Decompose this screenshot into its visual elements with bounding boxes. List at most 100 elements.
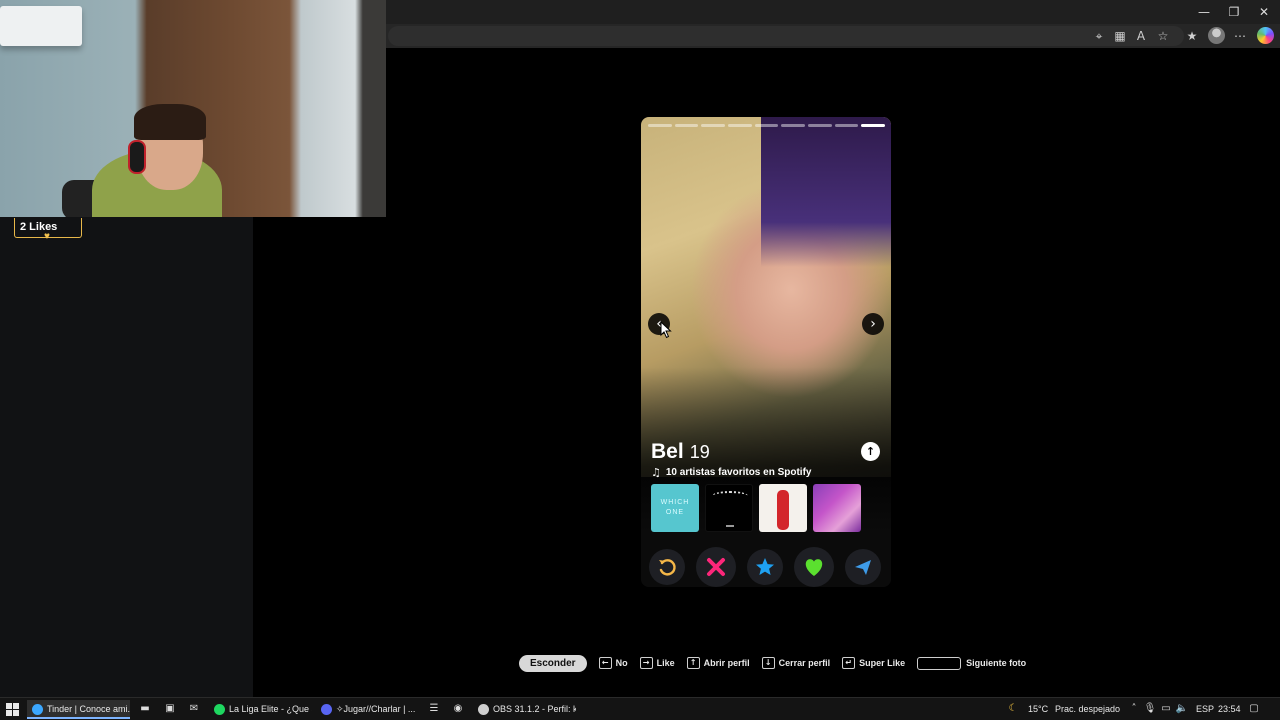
screen: — ❐ ✕ ⌖ ▦ A ☆ ★ ⋯ 2 Likes ♥ ‹ › Bel 19 ↑: [0, 0, 1280, 720]
read-aloud-icon[interactable]: A: [1132, 27, 1150, 45]
send-icon: [855, 560, 871, 575]
shortcut-label: Like: [656, 658, 675, 668]
album-cover[interactable]: [705, 484, 753, 532]
enter-key-icon: ↵: [842, 657, 856, 669]
weather-temp[interactable]: 15°C: [1028, 700, 1048, 719]
hide-shortcuts-button[interactable]: Esconder: [519, 654, 587, 672]
mouse-cursor-icon: [660, 321, 672, 339]
notifications-icon[interactable]: ▢: [1247, 702, 1261, 716]
album-cover[interactable]: [813, 484, 861, 532]
shortcut-next-photo: Siguiente foto: [917, 656, 1027, 670]
profile-card[interactable]: ‹ › Bel 19 ↑ ♫ 10 artistas favoritos en …: [641, 117, 891, 587]
photo-progress-segment[interactable]: [728, 124, 752, 127]
keyboard-shortcuts: Esconder ← No → Like ↑ Abrir perfil ↓ Ce…: [519, 654, 1038, 672]
taskbar-app-obs[interactable]: OBS 31.1.2 - Perfil: ki...: [473, 700, 576, 719]
clock[interactable]: 23:54: [1218, 700, 1241, 719]
superlike-button[interactable]: [747, 549, 783, 585]
shortcut-super-like: ↵ Super Like: [842, 657, 905, 669]
file-explorer-icon[interactable]: ▬: [138, 702, 152, 716]
windows-start-icon[interactable]: [6, 703, 19, 716]
mail-icon[interactable]: ✉: [187, 702, 201, 716]
profile-age: 19: [689, 442, 710, 462]
album-cover[interactable]: [759, 484, 807, 532]
heart-icon: ♥: [44, 231, 50, 242]
weather-text[interactable]: Prac. despejado: [1055, 700, 1120, 719]
taskbar-app-spotify[interactable]: La Liga Elite - ¿Que S...: [209, 700, 312, 719]
star-icon: [756, 558, 774, 575]
like-button[interactable]: [794, 547, 834, 587]
spotify-text: 10 artistas favoritos en Spotify: [665, 466, 812, 478]
taskbar-app-browser[interactable]: Tinder | Conoce ami...: [27, 700, 130, 719]
photo-progress: [648, 124, 886, 127]
arrow-up-key-icon: ↑: [686, 657, 700, 669]
volume-icon[interactable]: 🔈: [1175, 702, 1189, 716]
photo-progress-segment[interactable]: [781, 124, 806, 127]
minimize-button[interactable]: —: [1189, 3, 1219, 21]
shortcut-label: Cerrar perfil: [778, 658, 831, 668]
webcam-person-hair: [134, 104, 206, 140]
profile-icon[interactable]: [1208, 27, 1225, 44]
photo-background: [761, 117, 891, 267]
language-indicator[interactable]: ESP: [1196, 700, 1214, 719]
photo-progress-segment[interactable]: [701, 124, 726, 127]
taskbar-app-discord[interactable]: ✧Jugar//Charlar | ...: [316, 700, 419, 719]
shortcut-label: Siguiente foto: [966, 658, 1027, 668]
spotify-icon: [214, 704, 225, 715]
microphone-icon[interactable]: 🎙: [1143, 702, 1157, 716]
rewind-button[interactable]: [649, 549, 685, 585]
music-note-icon: ♫: [651, 465, 661, 479]
photo-progress-segment[interactable]: [808, 124, 832, 127]
photo-progress-segment[interactable]: [834, 124, 859, 127]
shortcut-label: Abrir perfil: [703, 658, 750, 668]
taskbar-app-label: La Liga Elite - ¿Que S...: [229, 704, 312, 714]
open-profile-button[interactable]: ↑: [861, 442, 880, 461]
shortcut-like: → Like: [639, 657, 675, 669]
weather-moon-icon[interactable]: ☾: [1006, 702, 1020, 716]
photo-progress-segment[interactable]: [754, 124, 779, 127]
profile-name-row: Bel 19: [651, 440, 710, 466]
chevron-up-icon[interactable]: ˄: [1127, 702, 1141, 716]
reader-icon[interactable]: ▦: [1111, 27, 1129, 45]
heart-icon: [805, 559, 823, 576]
shortcut-open-profile: ↑ Abrir perfil: [686, 657, 750, 669]
close-button[interactable]: ✕: [1249, 3, 1279, 21]
restore-button[interactable]: ❐: [1219, 3, 1249, 21]
arrow-left-key-icon: ←: [598, 657, 612, 669]
spotify-albums: WHICH ONE: [651, 484, 861, 532]
favorites-icon[interactable]: ★: [1183, 27, 1201, 45]
boost-button[interactable]: [845, 549, 881, 585]
taskbar-app-label: ✧Jugar//Charlar | ...: [336, 704, 416, 714]
location-icon[interactable]: ⌖: [1090, 27, 1108, 45]
profile-name: Bel: [651, 440, 684, 463]
network-icon[interactable]: ▭: [1159, 702, 1173, 716]
album-cover[interactable]: WHICH ONE: [651, 484, 699, 532]
taskbar: Tinder | Conoce ami... ▬ ▣ ✉ La Liga Eli…: [0, 697, 1280, 720]
photo-progress-segment[interactable]: [861, 124, 886, 127]
photo-progress-segment[interactable]: [648, 124, 672, 127]
store-icon[interactable]: ▣: [163, 702, 177, 716]
spotify-row: ♫ 10 artistas favoritos en Spotify: [651, 465, 811, 479]
taskbar-app-label: Tinder | Conoce ami...: [47, 704, 130, 714]
shortcut-label: Super Like: [859, 658, 906, 668]
more-icon[interactable]: ⋯: [1231, 27, 1249, 45]
shortcut-no: ← No: [598, 657, 628, 669]
url-field[interactable]: [388, 26, 1184, 46]
rewind-icon: [659, 559, 676, 576]
steam-icon[interactable]: ◉: [451, 702, 465, 716]
obs-icon: [478, 704, 489, 715]
arrow-down-key-icon: ↓: [761, 657, 775, 669]
copilot-icon[interactable]: [1257, 27, 1274, 44]
shortcut-label: No: [615, 658, 628, 668]
webcam-headset: [128, 140, 146, 174]
nope-button[interactable]: [696, 547, 736, 587]
photo-progress-segment[interactable]: [674, 124, 699, 127]
spacebar-key-icon: [917, 656, 962, 670]
app-icon[interactable]: ☰: [427, 702, 441, 716]
next-photo-button[interactable]: ›: [862, 313, 884, 335]
favorite-star-icon[interactable]: ☆: [1154, 27, 1172, 45]
webcam-air-conditioner: [0, 6, 82, 46]
taskbar-app-label: OBS 31.1.2 - Perfil: ki...: [493, 704, 576, 714]
discord-icon: [321, 704, 332, 715]
shortcut-close-profile: ↓ Cerrar perfil: [761, 657, 831, 669]
sidebar-panel: [0, 217, 253, 697]
